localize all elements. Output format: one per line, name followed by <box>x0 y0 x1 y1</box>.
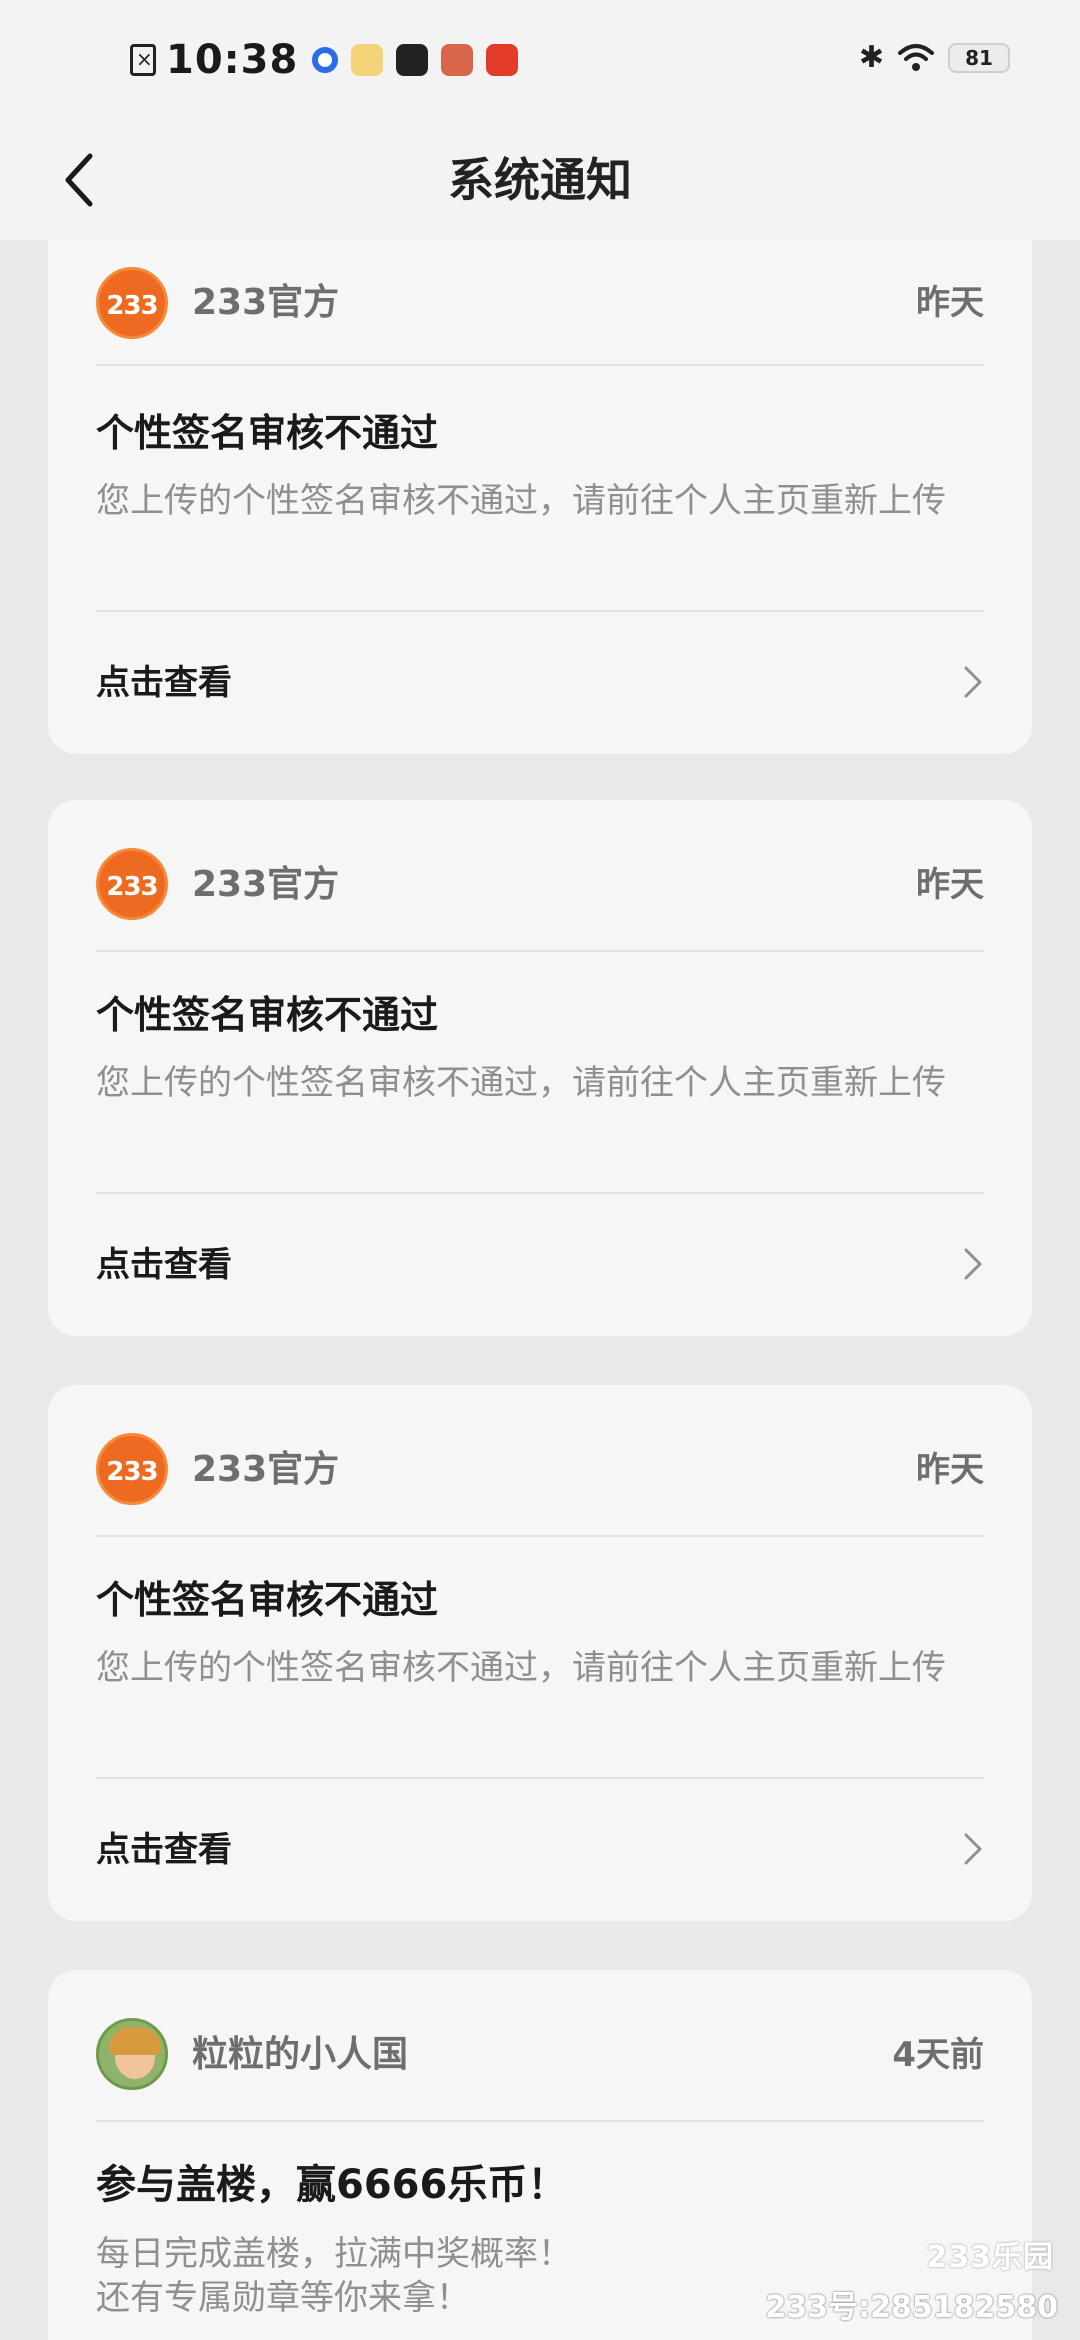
view-details-label: 点击查看 <box>96 1245 232 1285</box>
view-details-row[interactable]: 点击查看 <box>96 610 984 754</box>
status-time: 10:38 <box>166 37 299 83</box>
chevron-right-icon <box>962 1246 984 1282</box>
avatar: 233 <box>96 1433 168 1505</box>
watermark-id: 233号:285182580 <box>765 2290 1059 2325</box>
nav-header: 系统通知 <box>0 120 1080 240</box>
wifi-icon <box>898 43 934 73</box>
status-bar-left: 10:38 <box>130 34 531 86</box>
chevron-right-icon <box>962 1831 984 1867</box>
sender-name: 233官方 <box>192 1449 340 1490</box>
notification-card: 233 233官方 昨天 个性签名审核不通过 您上传的个性签名审核不通过，请前往… <box>48 1385 1032 1921</box>
bluetooth-icon: ✱ <box>858 40 884 75</box>
timestamp: 昨天 <box>916 865 984 905</box>
screen: 10:38 ✱ 81 系统通知 <box>0 0 1080 2340</box>
app-notification-icon <box>396 44 429 76</box>
notification-title: 个性签名审核不通过 <box>96 411 439 455</box>
notification-title: 参与盖楼，赢6666乐币！ <box>96 2162 568 2208</box>
notification-card: 233 233官方 昨天 个性签名审核不通过 您上传的个性签名审核不通过，请前往… <box>48 800 1032 1336</box>
game-avatar <box>96 2018 168 2090</box>
app-notification-icon <box>351 44 384 76</box>
view-details-row[interactable]: 点击查看 <box>96 1192 984 1336</box>
avatar: 233 <box>96 848 168 920</box>
app-notification-icon <box>486 44 519 76</box>
notification-body-line: 每日完成盖楼，拉满中奖概率！ <box>96 2234 572 2274</box>
chevron-right-icon <box>962 664 984 700</box>
notification-body: 您上传的个性签名审核不通过，请前往个人主页重新上传 <box>96 481 946 521</box>
notification-title: 个性签名审核不通过 <box>96 993 439 1037</box>
card-header: 233 233官方 昨天 <box>96 800 984 952</box>
status-bar: 10:38 ✱ 81 <box>0 0 1080 120</box>
status-bar-right: ✱ 81 <box>859 40 1010 75</box>
avatar: 233 <box>96 267 168 339</box>
timestamp: 4天前 <box>892 2035 984 2075</box>
view-details-label: 点击查看 <box>96 663 232 703</box>
sender-name: 粒粒的小人国 <box>192 2034 409 2075</box>
card-header: 233 233官方 昨天 <box>96 1385 984 1537</box>
sender-name: 233官方 <box>192 864 340 905</box>
app-notification-icon <box>312 47 339 73</box>
timestamp: 昨天 <box>916 1450 984 1490</box>
sender-name: 233官方 <box>192 282 340 323</box>
notification-card: 233 233官方 昨天 个性签名审核不通过 您上传的个性签名审核不通过，请前往… <box>48 240 1032 754</box>
view-details-label: 点击查看 <box>96 1830 232 1870</box>
page-title: 系统通知 <box>448 153 632 207</box>
view-details-row[interactable]: 点击查看 <box>96 1777 984 1921</box>
file-icon <box>130 43 156 76</box>
notification-body: 您上传的个性签名审核不通过，请前往个人主页重新上传 <box>96 1063 946 1103</box>
card-header: 粒粒的小人国 4天前 <box>96 1970 984 2122</box>
notification-list[interactable]: 233 233官方 昨天 个性签名审核不通过 您上传的个性签名审核不通过，请前往… <box>0 240 1080 2340</box>
notification-title: 个性签名审核不通过 <box>96 1578 439 1622</box>
card-header: 233 233官方 昨天 <box>96 240 984 366</box>
battery-indicator: 81 <box>948 42 1010 73</box>
watermark-logo: 233乐园 <box>926 2240 1054 2275</box>
app-notification-icon <box>441 44 474 76</box>
notification-body: 您上传的个性签名审核不通过，请前往个人主页重新上传 <box>96 1648 946 1688</box>
timestamp: 昨天 <box>916 283 984 323</box>
